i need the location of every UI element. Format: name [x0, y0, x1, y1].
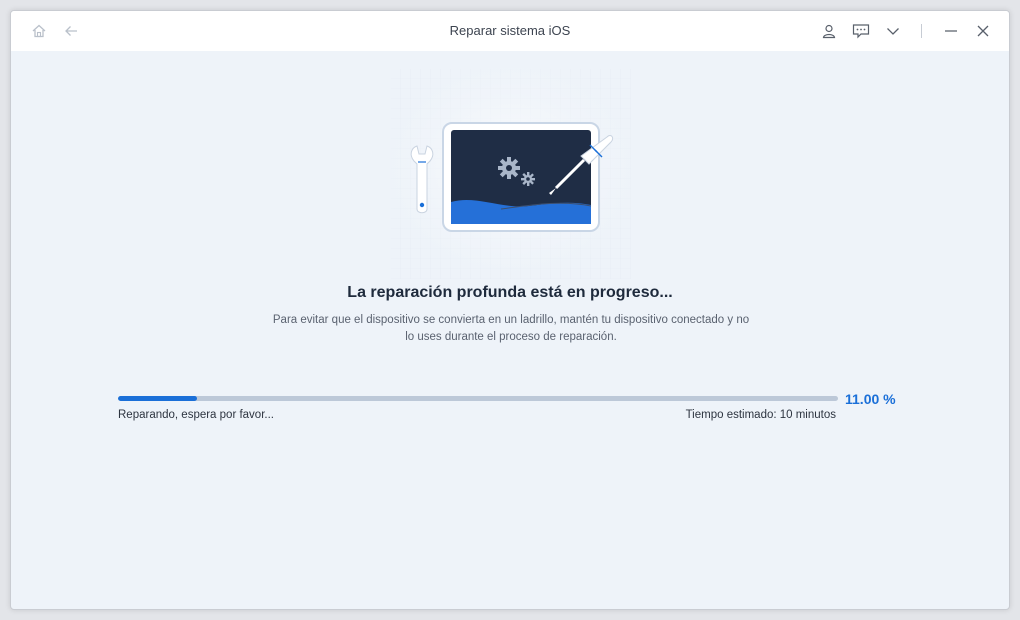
title-bar: Reparar sistema iOS [11, 11, 1009, 51]
page-heading: La reparación profunda está en progreso.… [347, 284, 673, 301]
description-line-2: lo uses durante el proceso de reparación… [405, 331, 617, 343]
app-window: Reparar sistema iOS La reparación profun… [10, 10, 1010, 610]
title-bar-divider [921, 24, 922, 38]
progress-bar-fill [118, 396, 198, 401]
tablet-screen-graphic [442, 122, 600, 232]
repair-illustration [381, 59, 641, 281]
estimated-time-text: Tiempo estimado: 10 minutos [685, 409, 836, 421]
user-icon[interactable] [819, 21, 839, 41]
chevron-down-icon[interactable] [883, 21, 903, 41]
description-line-1: Para evitar que el dispositivo se convie… [272, 314, 750, 326]
progress-percent: 11.00 % [845, 391, 896, 407]
chat-icon[interactable] [851, 21, 871, 41]
description-text: Para evitar que el dispositivo se convie… [256, 312, 766, 346]
progress-bar [118, 396, 838, 401]
status-text: Reparando, espera por favor... [118, 409, 274, 421]
minimize-icon[interactable] [941, 21, 961, 41]
close-icon[interactable] [973, 21, 993, 41]
